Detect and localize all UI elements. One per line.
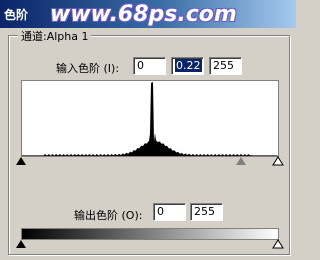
input-white-field[interactable]: 255 [209,57,242,75]
histogram-path [22,82,278,156]
output-white-slider[interactable] [272,239,284,249]
title-bar[interactable]: 色阶 www.68ps.com [0,0,296,28]
channel-label: 通道:Alpha 1 [18,28,92,44]
input-white-slider-outline [272,156,284,166]
histogram-graph [22,82,278,156]
output-black-slider[interactable] [16,240,26,248]
dialog-title: 色阶 [4,8,29,22]
histogram [21,80,279,157]
input-black-field[interactable]: 0 [133,57,166,75]
output-levels-label: 输出色阶 (O): [74,209,143,222]
output-black-field[interactable]: 0 [153,203,186,221]
output-gradient-bar [21,228,279,240]
input-gamma-slider[interactable] [236,157,246,165]
input-gamma-field[interactable]: 0.22 [171,57,204,75]
output-white-field[interactable]: 255 [190,203,223,221]
watermark-text: www.68ps.com [50,2,237,27]
input-black-slider[interactable] [16,157,26,165]
input-levels-label: 输入色阶 (I): [56,62,120,75]
